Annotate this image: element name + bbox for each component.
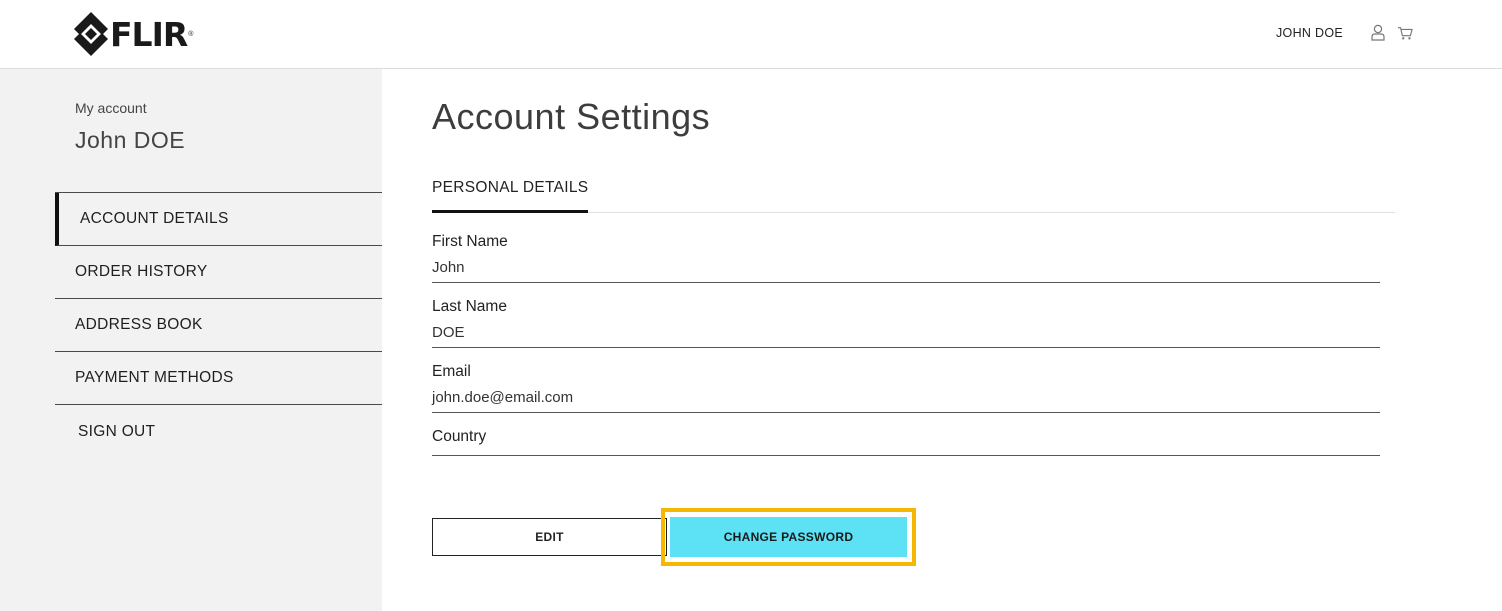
account-holder-name: John DOE [75, 127, 186, 153]
page-title: Account Settings [432, 96, 711, 137]
registered-mark: ® [188, 30, 194, 38]
user-icon[interactable] [1370, 24, 1386, 42]
account-sidebar: My account John DOE ACCOUNT DETAILS ORDE… [0, 69, 382, 611]
edit-button[interactable]: EDIT [432, 518, 667, 556]
site-header: FLIR ® JOHN DOE [0, 0, 1502, 69]
field-label: Email [432, 363, 471, 380]
change-password-button[interactable]: CHANGE PASSWORD [670, 517, 907, 557]
tab-bar: PERSONAL DETAILS [432, 175, 1395, 213]
sidebar-item-account-details[interactable]: ACCOUNT DETAILS [55, 193, 382, 246]
sidebar-subtitle: My account [75, 100, 147, 116]
field-label: Last Name [432, 298, 507, 315]
sidebar-item-sign-out[interactable]: SIGN OUT [55, 405, 382, 458]
logo-text: FLIR [110, 14, 188, 54]
last-name-field: Last Name DOE [432, 298, 1380, 348]
first-name-field: First Name John [432, 233, 1380, 283]
sidebar-item-address-book[interactable]: ADDRESS BOOK [55, 299, 382, 352]
sidebar-item-order-history[interactable]: ORDER HISTORY [55, 246, 382, 299]
sidebar-item-payment-methods[interactable]: PAYMENT METHODS [55, 352, 382, 405]
tab-personal-details[interactable]: PERSONAL DETAILS [432, 175, 589, 213]
first-name-value: John [432, 259, 465, 276]
account-nav: ACCOUNT DETAILS ORDER HISTORY ADDRESS BO… [55, 192, 382, 458]
header-user-name[interactable]: JOHN DOE [1276, 26, 1343, 40]
field-label: First Name [432, 233, 508, 250]
email-field: Email john.doe@email.com [432, 363, 1380, 413]
cart-icon[interactable] [1397, 24, 1413, 42]
field-label: Country [432, 428, 487, 445]
flir-logo[interactable]: FLIR ® [74, 11, 193, 57]
email-value: john.doe@email.com [432, 389, 574, 406]
country-field: Country [432, 428, 1380, 456]
last-name-value: DOE [432, 324, 465, 341]
flir-diamond-logo-icon [74, 12, 108, 56]
